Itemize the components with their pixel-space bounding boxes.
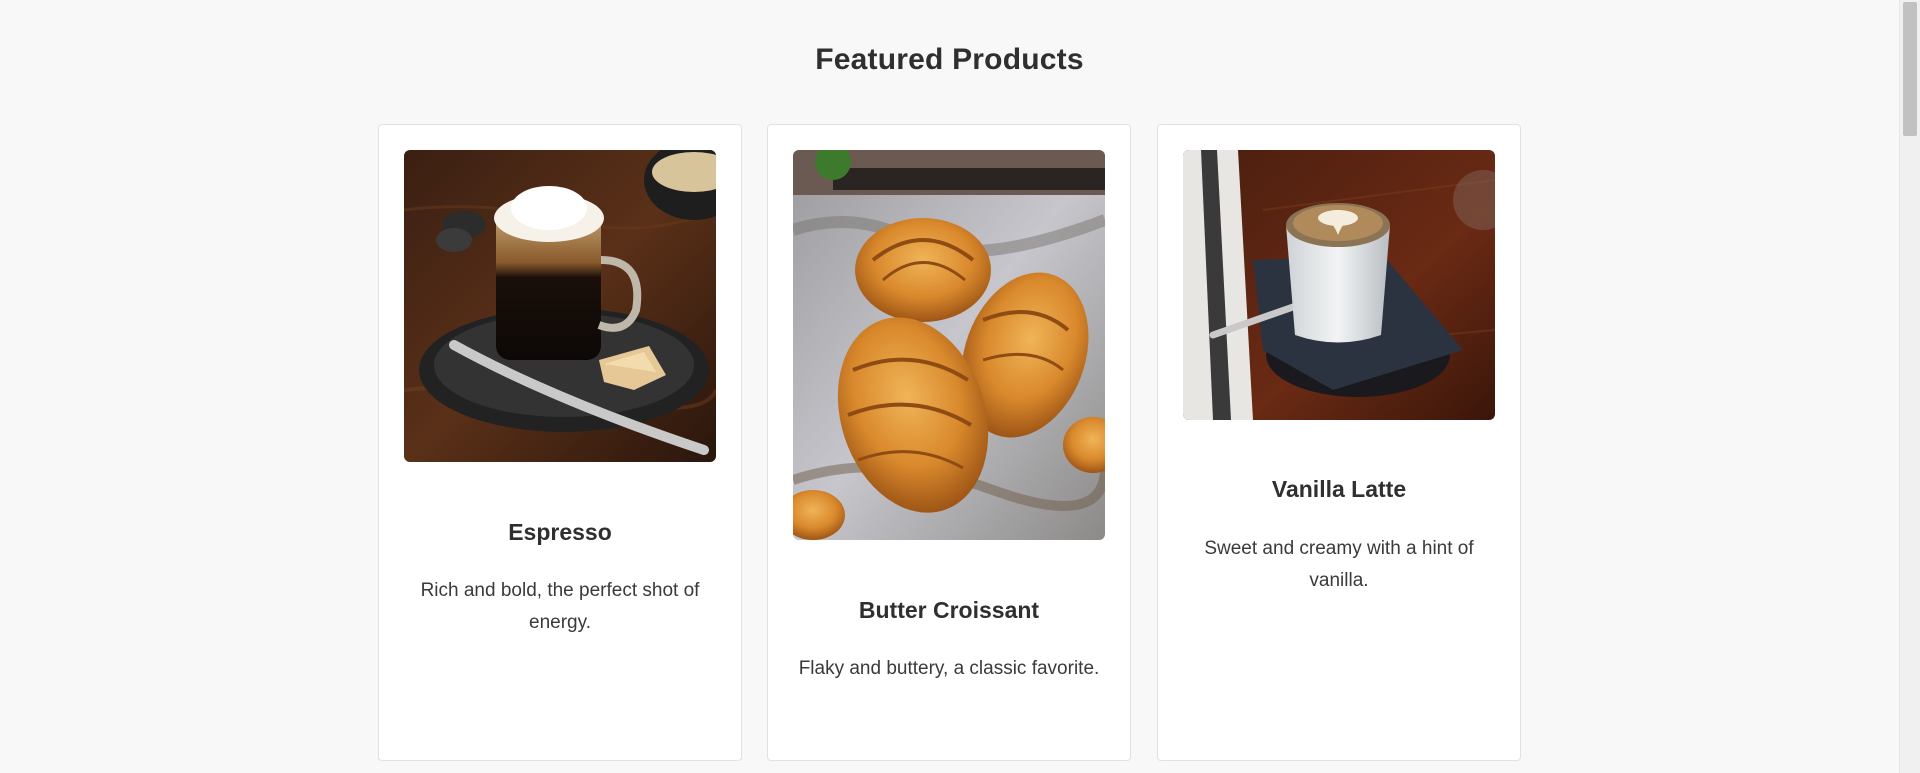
product-name: Espresso (508, 519, 612, 545)
scrollbar-thumb[interactable] (1903, 2, 1917, 136)
product-description: Flaky and buttery, a classic favorite. (798, 658, 1100, 679)
product-description: Rich and bold, the perfect shot of energ… (420, 580, 700, 633)
latte-image (1183, 150, 1495, 420)
product-name: Vanilla Latte (1271, 476, 1407, 502)
product-card-vanilla-latte[interactable]: Vanilla Latte Sweet and creamy with a hi… (1157, 124, 1521, 761)
section-title: Featured Products (815, 43, 1084, 76)
vertical-scrollbar[interactable] (1899, 0, 1920, 773)
product-card-butter-croissant[interactable]: Butter Croissant Flaky and buttery, a cl… (767, 124, 1131, 761)
espresso-image (404, 150, 716, 462)
featured-products-section: Featured Products Espresso Rich and bold… (0, 0, 1899, 773)
product-card-espresso[interactable]: Espresso Rich and bold, the perfect shot… (378, 124, 742, 761)
croissant-image (793, 150, 1105, 540)
product-description: Sweet and creamy with a hint of vanilla. (1204, 538, 1474, 591)
product-name: Butter Croissant (858, 597, 1040, 623)
browser-viewport: Featured Products Espresso Rich and bold… (0, 0, 1920, 773)
